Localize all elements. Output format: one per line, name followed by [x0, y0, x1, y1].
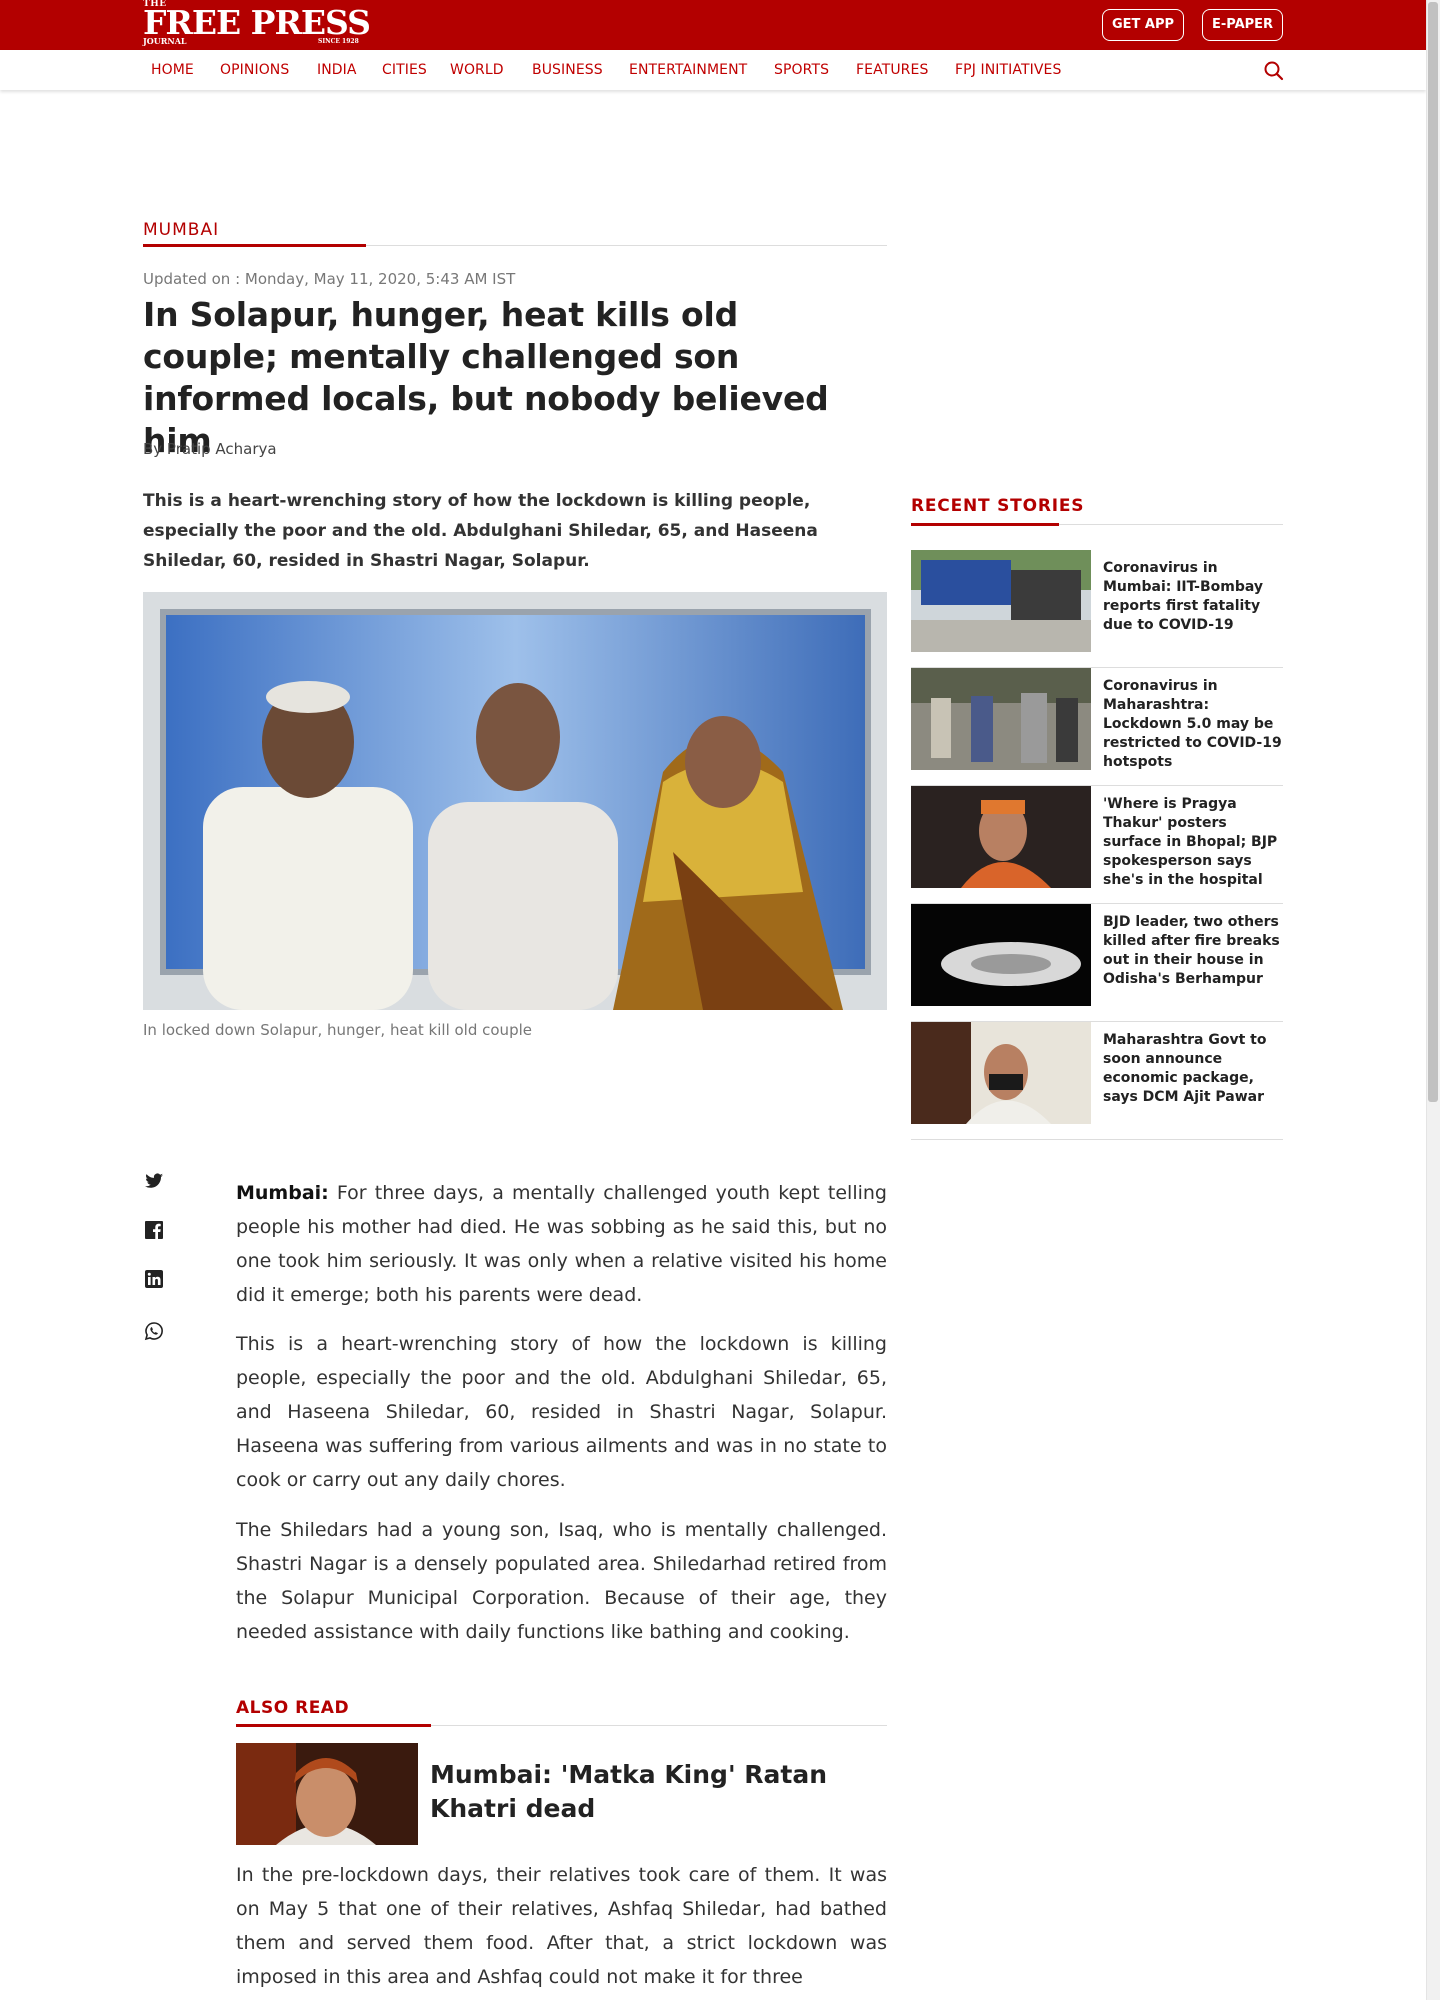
- story-title[interactable]: 'Where is Pragya Thakur' posters surface…: [1103, 795, 1285, 890]
- story-title[interactable]: Coronavirus in Mumbai: IIT-Bombay report…: [1103, 559, 1285, 635]
- article-headline: In Solapur, hunger, heat kills old coupl…: [143, 295, 829, 460]
- nav-home[interactable]: HOME: [151, 62, 194, 78]
- logo-since: SINCE 1928: [318, 38, 359, 45]
- nav-sports[interactable]: SPORTS: [774, 62, 829, 78]
- article-byline: By Pratip Acharya: [143, 440, 277, 458]
- site-logo[interactable]: THE FREE PRESS JOURNAL SINCE 1928: [143, 0, 373, 48]
- story-title[interactable]: Maharashtra Govt to soon announce econom…: [1103, 1031, 1285, 1107]
- nav-world[interactable]: WORLD: [450, 62, 504, 78]
- story-thumbnail[interactable]: [911, 786, 1091, 888]
- also-read-label: ALSO READ: [236, 1698, 350, 1718]
- nav-india[interactable]: INDIA: [317, 62, 357, 78]
- nav-fpj-initiatives[interactable]: FPJ INITIATIVES: [955, 62, 1061, 78]
- story-photo-lockdown: [911, 668, 1091, 770]
- also-read-divider-accent: [236, 1724, 431, 1727]
- whatsapp-icon[interactable]: [143, 1320, 165, 1342]
- facebook-icon[interactable]: [143, 1219, 165, 1241]
- recent-stories-divider-accent: [911, 523, 1059, 526]
- linkedin-icon[interactable]: [143, 1268, 165, 1290]
- image-caption: In locked down Solapur, hunger, heat kil…: [143, 1021, 532, 1039]
- article-paragraph-2: This is a heart-wrenching story of how t…: [236, 1333, 887, 1491]
- nav-opinions[interactable]: OPINIONS: [220, 62, 289, 78]
- recent-stories-label: RECENT STORIES: [911, 496, 1085, 516]
- story-thumbnail[interactable]: [911, 1022, 1091, 1124]
- hero-photo: [143, 592, 887, 1010]
- get-app-button[interactable]: GET APP: [1102, 9, 1184, 41]
- article-paragraph-4: In the pre-lockdown days, their relative…: [236, 1864, 887, 1988]
- story-photo-iit: [911, 550, 1091, 652]
- also-read-photo: [236, 1743, 418, 1845]
- story-title[interactable]: BJD leader, two others killed after fire…: [1103, 913, 1285, 989]
- main-nav: HOME OPINIONS INDIA CITIES WORLD BUSINES…: [0, 50, 1426, 90]
- twitter-icon[interactable]: [143, 1170, 165, 1192]
- article-paragraph-1: Mumbai: For three days, a mentally chall…: [236, 1176, 887, 1312]
- nav-business[interactable]: BUSINESS: [532, 62, 603, 78]
- recent-story-item[interactable]: BJD leader, two others killed after fire…: [911, 904, 1283, 1022]
- recent-story-item[interactable]: Maharashtra Govt to soon announce econom…: [911, 1022, 1283, 1140]
- story-thumbnail[interactable]: [911, 668, 1091, 770]
- article-paragraph-3: The Shiledars had a young son, Isaq, who…: [236, 1519, 887, 1643]
- also-read-title[interactable]: Mumbai: 'Matka King' Ratan Khatri dead: [430, 1758, 870, 1826]
- story-photo-ajit-pawar: [911, 1022, 1091, 1124]
- story-photo-fire: [911, 904, 1091, 1006]
- search-icon[interactable]: [1263, 60, 1285, 82]
- recent-story-item[interactable]: 'Where is Pragya Thakur' posters surface…: [911, 786, 1283, 904]
- recent-story-item[interactable]: Coronavirus in Maharashtra: Lockdown 5.0…: [911, 668, 1283, 786]
- hero-image[interactable]: [143, 592, 887, 1010]
- nav-features[interactable]: FEATURES: [856, 62, 928, 78]
- top-header: THE FREE PRESS JOURNAL SINCE 1928 GET AP…: [0, 0, 1426, 50]
- recent-story-item[interactable]: Coronavirus in Mumbai: IIT-Bombay report…: [911, 550, 1283, 668]
- scrollbar-thumb[interactable]: [1428, 2, 1438, 1102]
- dateline: Mumbai:: [236, 1182, 329, 1204]
- logo-journal: JOURNAL: [143, 36, 187, 46]
- section-label[interactable]: MUMBAI: [143, 220, 219, 240]
- story-thumbnail[interactable]: [911, 904, 1091, 1006]
- nav-entertainment[interactable]: ENTERTAINMENT: [629, 62, 747, 78]
- updated-timestamp: Updated on : Monday, May 11, 2020, 5:43 …: [143, 270, 516, 288]
- section-divider-accent: [143, 244, 366, 247]
- paragraph-1-text: For three days, a mentally challenged yo…: [236, 1182, 887, 1306]
- story-photo-pragya: [911, 786, 1091, 888]
- also-read-thumbnail[interactable]: [236, 1743, 418, 1845]
- nav-cities[interactable]: CITIES: [382, 62, 427, 78]
- story-thumbnail[interactable]: [911, 550, 1091, 652]
- story-title[interactable]: Coronavirus in Maharashtra: Lockdown 5.0…: [1103, 677, 1285, 772]
- article-summary: This is a heart-wrenching story of how t…: [143, 491, 818, 571]
- e-paper-button[interactable]: E-PAPER: [1202, 9, 1283, 41]
